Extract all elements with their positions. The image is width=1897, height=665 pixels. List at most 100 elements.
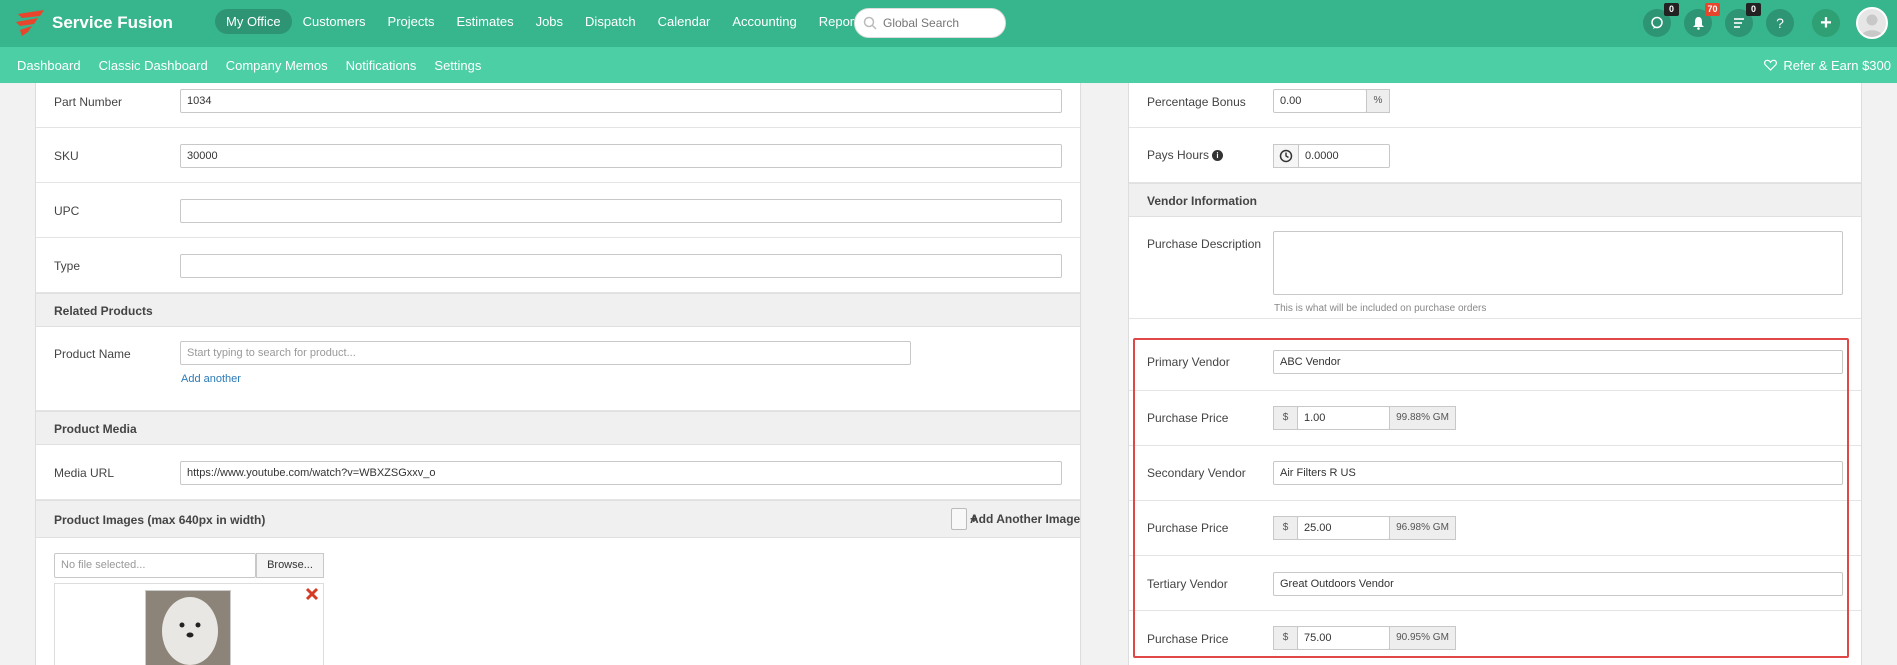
purchase-description-row: Purchase Description This is what will b…: [1129, 217, 1861, 319]
product-name-label: Product Name: [54, 347, 131, 361]
product-images-header: Product Images (max 640px in width) + Ad…: [36, 500, 1080, 538]
currency-prefix: $: [1273, 626, 1298, 650]
percentage-bonus-label: Percentage Bonus: [1147, 95, 1246, 109]
tasks-count-badge: 0: [1746, 3, 1761, 16]
chat-button[interactable]: 0: [1643, 3, 1679, 37]
product-name-row: Product Name Start typing to search for …: [36, 327, 1080, 411]
purchase-description-help: This is what will be included on purchas…: [1274, 303, 1487, 314]
subnav-classic-dashboard[interactable]: Classic Dashboard: [90, 58, 217, 73]
add-another-image-button[interactable]: + Add Another Image: [951, 508, 1080, 530]
primary-vendor-row: Primary Vendor ABC Vendor: [1129, 336, 1861, 391]
nav-dispatch[interactable]: Dispatch: [574, 9, 647, 34]
type-row: Type: [36, 238, 1080, 293]
nav-projects[interactable]: Projects: [377, 9, 446, 34]
related-products-title: Related Products: [54, 304, 153, 318]
nav-calendar[interactable]: Calendar: [647, 9, 722, 34]
secondary-purchase-price-row: Purchase Price $ 25.00 96.98% GM: [1129, 501, 1861, 556]
app-logo[interactable]: Service Fusion: [14, 8, 173, 38]
pays-hours-label-wrap: Pays Hours i: [1147, 148, 1224, 162]
notifications-button[interactable]: 70: [1684, 3, 1720, 37]
image-thumbnail-card: [54, 583, 324, 665]
global-search-input[interactable]: [883, 16, 998, 30]
help-button[interactable]: ?: [1766, 9, 1794, 37]
related-products-header: Related Products: [36, 293, 1080, 327]
pays-hours-input[interactable]: 0.0000: [1298, 144, 1390, 168]
product-media-title: Product Media: [54, 422, 137, 436]
sku-label: SKU: [54, 149, 79, 163]
product-media-header: Product Media: [36, 411, 1080, 445]
tertiary-purchase-price-input[interactable]: 75.00: [1297, 626, 1390, 650]
tertiary-gross-margin: 90.95% GM: [1389, 626, 1456, 650]
pays-hours-row: Pays Hours i 0.0000: [1129, 128, 1861, 183]
secondary-vendor-label: Secondary Vendor: [1147, 466, 1246, 480]
nav-estimates[interactable]: Estimates: [446, 9, 525, 34]
primary-vendor-input[interactable]: ABC Vendor: [1273, 350, 1843, 374]
app-name: Service Fusion: [52, 13, 173, 32]
tertiary-vendor-row: Tertiary Vendor Great Outdoors Vendor: [1129, 556, 1861, 611]
sku-input[interactable]: 30000: [180, 144, 1062, 168]
clock-addon: [1273, 144, 1299, 168]
help-icon: ?: [1776, 15, 1784, 31]
secondary-vendor-row: Secondary Vendor Air Filters R US: [1129, 446, 1861, 501]
refer-and-earn-link[interactable]: Refer & Earn $300: [1764, 47, 1891, 83]
currency-prefix: $: [1273, 406, 1298, 430]
part-number-row: Part Number 1034: [36, 83, 1080, 128]
pricing-vendor-panel: Percentage Bonus 0.00 % Pays Hours i 0.00…: [1128, 83, 1862, 665]
nav-accounting[interactable]: Accounting: [721, 9, 807, 34]
main-nav: My Office Customers Projects Estimates J…: [215, 9, 875, 34]
part-number-input[interactable]: 1034: [180, 89, 1062, 113]
currency-prefix: $: [1273, 516, 1298, 540]
top-navigation-bar: Service Fusion My Office Customers Proje…: [0, 0, 1897, 47]
product-images-title: Product Images (max 640px in width): [54, 513, 266, 527]
add-another-product-link[interactable]: Add another: [181, 373, 241, 385]
primary-purchase-price-label: Purchase Price: [1147, 411, 1229, 425]
primary-purchase-price-row: Purchase Price $ 1.00 99.88% GM: [1129, 391, 1861, 446]
nav-my-office[interactable]: My Office: [215, 9, 292, 34]
service-fusion-logo-icon: [14, 8, 48, 38]
user-avatar[interactable]: [1856, 7, 1888, 39]
remove-image-icon[interactable]: [305, 587, 319, 601]
chat-icon: [1651, 16, 1663, 29]
product-name-input[interactable]: Start typing to search for product...: [180, 341, 911, 365]
user-icon: [1861, 14, 1883, 37]
global-search[interactable]: [854, 8, 1006, 38]
type-input[interactable]: [180, 254, 1062, 278]
part-number-label: Part Number: [54, 95, 123, 109]
media-url-row: Media URL https://www.youtube.com/watch?…: [36, 445, 1080, 500]
subnav-settings[interactable]: Settings: [425, 58, 490, 73]
upc-label: UPC: [54, 204, 80, 218]
tertiary-vendor-label: Tertiary Vendor: [1147, 577, 1228, 591]
purchase-description-textarea[interactable]: [1273, 231, 1843, 295]
subnav-company-memos[interactable]: Company Memos: [217, 58, 337, 73]
product-image-thumbnail[interactable]: [145, 590, 231, 665]
primary-vendor-label: Primary Vendor: [1147, 355, 1230, 369]
nav-jobs[interactable]: Jobs: [525, 9, 574, 34]
percentage-bonus-row: Percentage Bonus 0.00 %: [1129, 83, 1861, 128]
tasks-button[interactable]: 0: [1725, 3, 1761, 37]
secondary-purchase-price-input[interactable]: 25.00: [1297, 516, 1390, 540]
image-file-input[interactable]: No file selected...: [54, 553, 256, 578]
tertiary-vendor-input[interactable]: Great Outdoors Vendor: [1273, 572, 1843, 596]
quick-add-button[interactable]: +: [1812, 9, 1840, 37]
product-details-panel: Part Number 1034 SKU 30000 UPC Type Rela…: [35, 83, 1081, 665]
tertiary-purchase-price-row: Purchase Price $ 75.00 90.95% GM: [1129, 611, 1861, 665]
upc-input[interactable]: [180, 199, 1062, 223]
add-another-image-label: Add Another Image: [970, 512, 1081, 526]
secondary-purchase-price-label: Purchase Price: [1147, 521, 1229, 535]
sku-row: SKU 30000: [36, 128, 1080, 183]
subnav-dashboard[interactable]: Dashboard: [8, 58, 90, 73]
info-icon[interactable]: i: [1212, 150, 1224, 162]
pays-hours-label: Pays Hours: [1147, 148, 1210, 162]
subnav-notifications[interactable]: Notifications: [337, 58, 426, 73]
nav-customers[interactable]: Customers: [292, 9, 377, 34]
tertiary-purchase-price-label: Purchase Price: [1147, 632, 1229, 646]
chat-count-badge: 0: [1664, 3, 1679, 16]
heart-icon: [1764, 59, 1778, 71]
vendor-information-header: Vendor Information: [1129, 183, 1861, 217]
browse-button[interactable]: Browse...: [256, 553, 324, 578]
dog-photo-icon: [146, 591, 230, 665]
media-url-input[interactable]: https://www.youtube.com/watch?v=WBXZSGxx…: [180, 461, 1062, 485]
secondary-vendor-input[interactable]: Air Filters R US: [1273, 461, 1843, 485]
primary-purchase-price-input[interactable]: 1.00: [1297, 406, 1390, 430]
percentage-bonus-input[interactable]: 0.00: [1273, 89, 1367, 113]
